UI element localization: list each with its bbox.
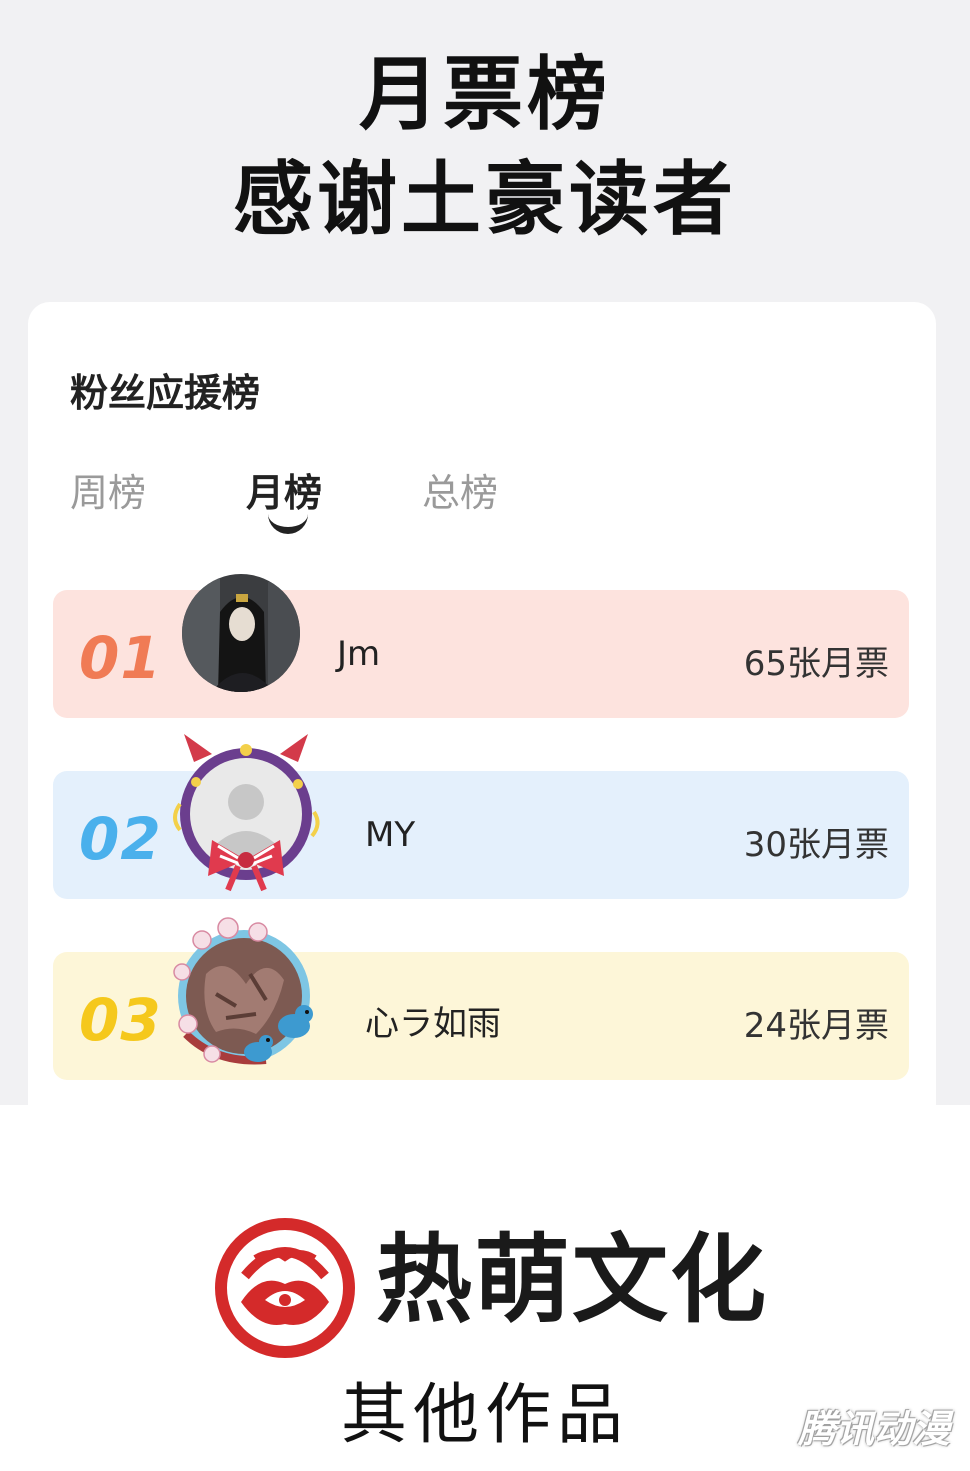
card-title: 粉丝应援榜 [70,371,261,415]
top-area: 月票榜 感谢土豪读者 粉丝应援榜 周榜 月榜 总榜 01 Jm 65张月票 02… [0,0,970,1105]
vote-count: 24张月票 [743,1006,889,1046]
blossom-frame-avatar[interactable] [166,914,326,1074]
tab-weekly[interactable]: 周榜 [70,462,146,517]
brand-name: 热萌文化 [376,1224,768,1336]
rank-number: 01 [79,624,162,692]
vote-count: 30张月票 [743,825,889,865]
watermark: 腾讯动漫 [797,1407,950,1451]
active-tab-indicator [268,514,308,534]
rank-number: 03 [79,986,162,1054]
rank-number: 02 [79,805,162,873]
fan-support-card: 粉丝应援榜 周榜 月榜 总榜 01 Jm 65张月票 02 MY 30张月票 0… [28,302,936,1105]
user-name: Jm [337,634,381,674]
headline-subtitle: 感谢土豪读者 [233,153,737,246]
vote-count: 65张月票 [743,644,889,684]
default-avatar-devil-frame[interactable] [166,732,326,892]
dark-portrait-avatar[interactable] [180,572,302,694]
headline-title: 月票榜 [359,48,611,141]
rose-logo-icon [215,1218,355,1358]
tab-total[interactable]: 总榜 [422,462,498,517]
user-name: MY [365,815,416,855]
user-name: 心ラ如雨 [365,1004,501,1044]
tab-monthly[interactable]: 月榜 [246,462,322,517]
